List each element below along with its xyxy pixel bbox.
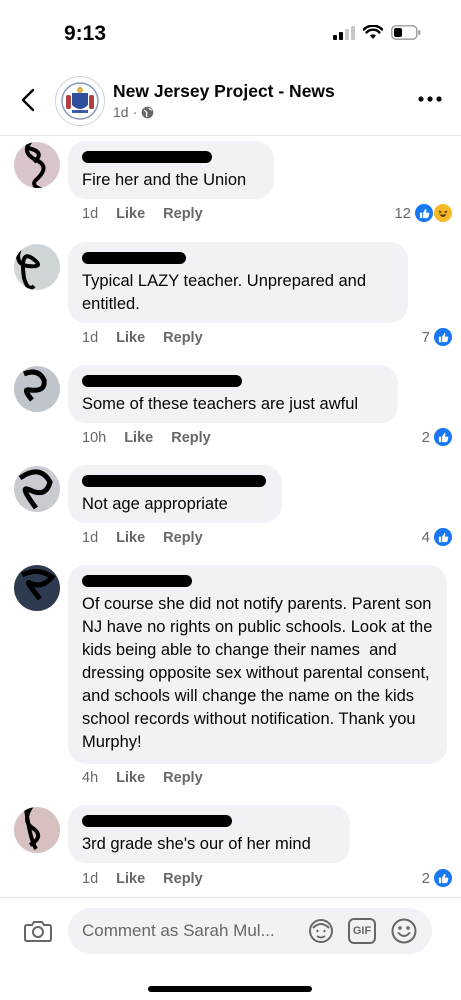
author-name-redacted <box>82 375 242 387</box>
comment-time[interactable]: 1d <box>82 871 98 887</box>
haha-reaction-icon <box>433 203 453 223</box>
post-meta: 1d · <box>113 104 154 120</box>
post-time[interactable]: 1d <box>113 104 129 120</box>
like-reaction-icon <box>433 868 453 888</box>
reaction-summary[interactable]: 12 <box>394 203 453 223</box>
comment-bubble[interactable]: 3rd grade she's our of her mind <box>68 805 350 863</box>
avatar-redaction-scribble <box>24 807 41 851</box>
author-name-redacted <box>82 575 192 587</box>
like-button[interactable]: Like <box>124 430 153 446</box>
back-button[interactable] <box>14 84 42 116</box>
comment-placeholder: Comment as Sarah Mul... <box>82 921 275 940</box>
comment-actions: 10h Like Reply <box>82 430 211 446</box>
reply-button[interactable]: Reply <box>163 770 203 786</box>
commenter-avatar[interactable] <box>14 142 60 188</box>
status-icons <box>333 25 421 40</box>
reaction-count: 12 <box>394 204 411 222</box>
chevron-left-icon <box>21 88 35 112</box>
commenter-avatar[interactable] <box>14 466 60 512</box>
emoji-icon[interactable] <box>390 917 418 945</box>
reaction-count: 2 <box>421 428 430 446</box>
like-reaction-icon <box>433 527 453 547</box>
more-options-button[interactable] <box>415 88 445 110</box>
like-button[interactable]: Like <box>116 871 145 887</box>
avatar-redaction-scribble <box>16 244 40 290</box>
comment-text: 3rd grade she's our of her mind <box>82 835 311 853</box>
page-title[interactable]: New Jersey Project - News <box>113 81 335 102</box>
nj-seal-logo <box>61 82 99 120</box>
battery-icon <box>391 25 421 40</box>
like-reaction-icon <box>433 327 453 347</box>
comment-actions: 1d Like Reply <box>82 530 203 546</box>
comment-actions: 1d Like Reply <box>82 206 203 222</box>
reply-button[interactable]: Reply <box>163 530 203 546</box>
comment-bubble[interactable]: Fire her and the Union <box>68 141 274 199</box>
comment-composer: Comment as Sarah Mul... GIF <box>0 897 461 1000</box>
avatar-sticker-icon[interactable] <box>307 917 335 945</box>
avatar-redaction-scribble <box>23 369 47 402</box>
more-dots-icon <box>418 96 442 102</box>
reaction-summary[interactable]: 7 <box>422 327 453 347</box>
like-button[interactable]: Like <box>116 530 145 546</box>
comment-time[interactable]: 10h <box>82 430 106 446</box>
comment-actions: 1d Like Reply <box>82 330 203 346</box>
like-button[interactable]: Like <box>116 330 145 346</box>
comment-text: Not age appropriate <box>82 495 228 513</box>
meta-separator: · <box>132 104 138 120</box>
page-avatar[interactable] <box>55 76 105 126</box>
comment-bubble[interactable]: Of course she did not notify parents. Pa… <box>68 565 447 764</box>
camera-button[interactable] <box>22 915 54 947</box>
reply-button[interactable]: Reply <box>163 330 203 346</box>
comment-time[interactable]: 1d <box>82 530 98 546</box>
avatar-redaction-scribble <box>24 142 46 188</box>
comment-time[interactable]: 4h <box>82 770 98 786</box>
comment-bubble[interactable]: Typical LAZY teacher. Unprepared and ent… <box>68 242 408 323</box>
post-header: New Jersey Project - News 1d · <box>0 70 461 136</box>
like-button[interactable]: Like <box>116 770 145 786</box>
camera-icon <box>24 921 52 942</box>
author-name-redacted <box>82 475 266 487</box>
gif-button[interactable]: GIF <box>348 918 376 944</box>
reaction-summary[interactable]: 2 <box>422 868 453 888</box>
commenter-avatar[interactable] <box>14 565 60 611</box>
reaction-summary[interactable]: 4 <box>422 527 453 547</box>
commenter-avatar[interactable] <box>14 807 60 853</box>
comment-text: Fire her and the Union <box>82 171 247 189</box>
comments-list[interactable]: Fire her and the Union 1d Like Reply 12 … <box>0 137 461 897</box>
comment-time[interactable]: 1d <box>82 330 98 346</box>
wifi-icon <box>363 25 383 39</box>
comment-bubble[interactable]: Not age appropriate <box>68 465 282 523</box>
author-name-redacted <box>82 252 186 264</box>
reaction-count: 4 <box>421 528 430 546</box>
like-reaction-icon <box>433 427 453 447</box>
author-name-redacted <box>82 815 232 827</box>
comment-text: Typical LAZY teacher. Unprepared and ent… <box>82 272 371 313</box>
comment-actions: 4h Like Reply <box>82 770 203 786</box>
comment-bubble[interactable]: Some of these teachers are just awful <box>68 365 398 423</box>
reply-button[interactable]: Reply <box>163 206 203 222</box>
home-indicator <box>148 986 312 992</box>
signal-icon <box>333 25 355 40</box>
reaction-count: 7 <box>421 328 430 346</box>
reaction-summary[interactable]: 2 <box>422 427 453 447</box>
status-bar: 9:13 <box>0 0 461 64</box>
comment-actions: 1d Like Reply <box>82 871 203 887</box>
commenter-avatar[interactable] <box>14 244 60 290</box>
like-reaction-icon <box>414 203 434 223</box>
comment-time[interactable]: 1d <box>82 206 98 222</box>
avatar-redaction-scribble <box>18 469 53 510</box>
globe-icon <box>141 106 154 118</box>
reaction-count: 2 <box>421 869 430 887</box>
commenter-avatar[interactable] <box>14 366 60 412</box>
like-button[interactable]: Like <box>116 206 145 222</box>
comment-text: Some of these teachers are just awful <box>82 395 359 413</box>
reply-button[interactable]: Reply <box>171 430 211 446</box>
comment-input[interactable]: Comment as Sarah Mul... GIF <box>68 908 432 954</box>
status-time: 9:13 <box>64 22 107 45</box>
author-name-redacted <box>82 151 212 163</box>
reply-button[interactable]: Reply <box>163 871 203 887</box>
avatar-redaction-scribble <box>20 569 56 601</box>
comment-text: Of course she did not notify parents. Pa… <box>82 595 437 751</box>
